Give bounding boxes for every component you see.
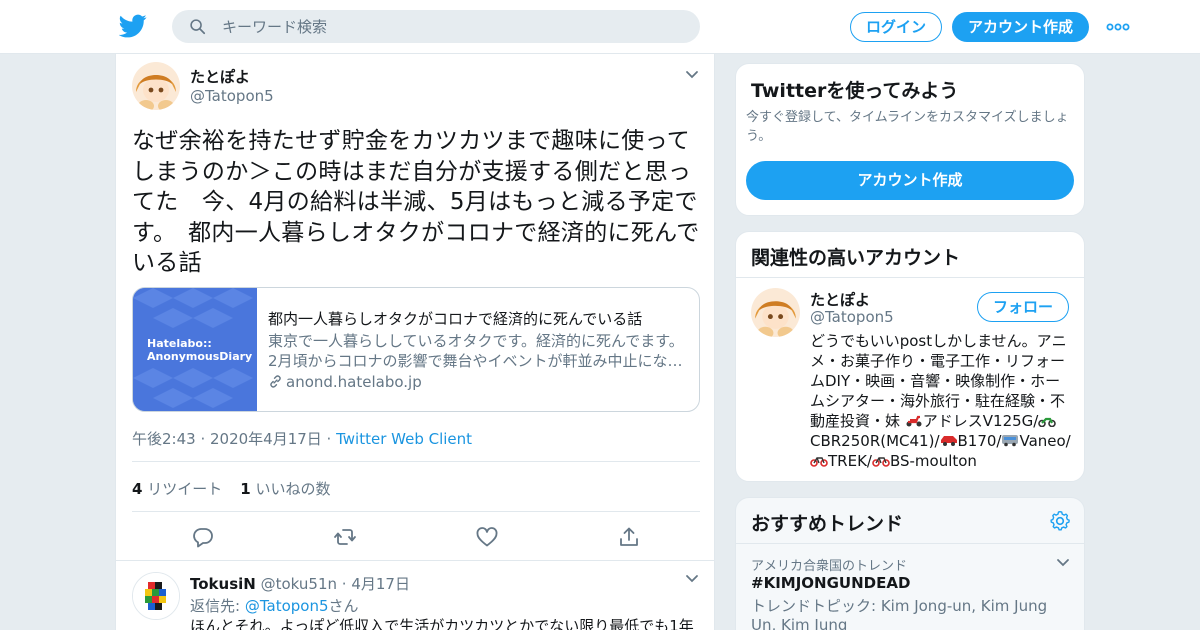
bio-text: アドレスV125G/ — [922, 412, 1039, 430]
search-icon — [190, 19, 206, 35]
reply-icon[interactable] — [191, 525, 215, 549]
chevron-down-icon[interactable] — [685, 70, 699, 80]
replying-to-suffix: さん — [328, 597, 359, 615]
bicycle-emoji-icon — [872, 457, 890, 467]
bio-text: CBR250R(MC41)/ — [810, 432, 940, 450]
related-account-handle[interactable]: @Tatopon5 — [810, 308, 894, 326]
related-account-name[interactable]: たとぽよ — [810, 289, 870, 310]
retweet-count[interactable]: 4 — [132, 480, 142, 498]
card-image: Hatelabo:: AnonymousDiary — [133, 288, 257, 411]
card-description-line: 2月頃からコロナの影響で舞台やイベントが軒並み中止にな… — [268, 352, 683, 370]
trends-title: おすすめトレンド — [751, 513, 904, 535]
replying-to: 返信先: @Tatopon5さん — [190, 595, 359, 616]
bio-text: BS-moulton — [889, 452, 977, 470]
avatar[interactable] — [132, 62, 180, 110]
retweet-label[interactable]: リツイート — [147, 480, 222, 498]
bio-text: TREK/ — [828, 452, 872, 470]
minibus-emoji-icon — [1002, 435, 1019, 447]
like-label[interactable]: いいねの数 — [255, 480, 330, 498]
chevron-down-icon[interactable] — [1056, 558, 1070, 568]
card-image-text: Hatelabo:: — [147, 337, 212, 350]
tweet-source-link[interactable]: Twitter Web Client — [336, 430, 472, 448]
signup-button[interactable]: アカウント作成 — [952, 12, 1089, 42]
card-domain[interactable]: anond.hatelabo.jp — [268, 373, 422, 391]
avatar[interactable] — [751, 288, 800, 337]
car-emoji-icon — [940, 436, 957, 446]
card-description-line: 東京で一人暮らししているオタクです。経済的に死んでます。 — [268, 332, 684, 350]
link-icon — [270, 375, 281, 388]
retweet-icon[interactable] — [333, 525, 357, 549]
card-domain-text: anond.hatelabo.jp — [286, 373, 422, 391]
like-count[interactable]: 1 — [240, 480, 250, 498]
bicycle-emoji-icon — [810, 457, 828, 467]
tweet-metadata: 午後2:43 · 2020年4月17日 · Twitter Web Client — [132, 428, 472, 449]
trend-topics: トレンドトピック: Kim Jong-un, Kim Jung Un, Kim … — [751, 597, 1048, 630]
settings-icon[interactable] — [1049, 510, 1071, 532]
divider — [736, 277, 1084, 278]
signup-module-subtitle: 今すぐ登録して、タイムラインをカスタマイズしましょう。 — [746, 110, 1069, 144]
link-card[interactable]: Hatelabo:: AnonymousDiary 都内一人暮らしオタクがコロナ… — [132, 287, 700, 412]
divider — [736, 543, 1084, 544]
bio-text: Vaneo/ — [1019, 432, 1071, 450]
tweet-column: たとぽよ @Tatopon5 なぜ余裕を持たせず貯金をカツカツまで趣味に使ってし… — [115, 54, 715, 630]
tweet-timestamp[interactable]: 午後2:43 · 2020年4月17日 · — [132, 430, 336, 448]
like-icon[interactable] — [475, 525, 499, 549]
search-input[interactable] — [222, 10, 682, 43]
trend-category: アメリカ合衆国のトレンド — [751, 559, 908, 574]
twitter-bird-icon[interactable] — [119, 12, 147, 40]
related-accounts-module: 関連性の高いアカウント たとぽよ @Tatopon5 フォロー どうでもいいpo… — [735, 231, 1085, 482]
related-account-bio: どうでもいいpostしかしません。アニメ・お菓子作り・電子工作・リフォームDIY… — [810, 331, 1072, 471]
divider — [116, 560, 714, 561]
related-accounts-title: 関連性の高いアカウント — [751, 247, 961, 269]
scooter-emoji-icon — [906, 415, 922, 427]
more-icon[interactable] — [1106, 18, 1130, 36]
replying-to-handle[interactable]: @Tatopon5 — [245, 597, 329, 615]
card-description: 東京で一人暮らししているオタクです。経済的に死んでます。 2月頃からコロナの影響… — [268, 331, 688, 371]
motorcycle-emoji-icon — [1038, 417, 1057, 427]
replying-to-prefix: 返信先: — [190, 597, 245, 615]
tweet-text: なぜ余裕を持たせず貯金をカツカツまで趣味に使ってしまうのか＞この時はまだ自分が支… — [132, 128, 700, 276]
avatar[interactable] — [132, 572, 180, 620]
reply-header: TokusiN @toku51n · 4月17日 — [190, 573, 410, 594]
signup-module-title: Twitterを使ってみよう — [751, 80, 959, 102]
chevron-down-icon[interactable] — [685, 574, 699, 584]
bio-text: B170/ — [957, 432, 1002, 450]
reply-author-name[interactable]: TokusiN — [190, 575, 256, 593]
reply-text: ほんとそれ。よっぽど低収入で生活がカツカツとかでない限り最低でも1年 — [190, 617, 694, 630]
card-image-text: AnonymousDiary — [147, 350, 253, 363]
share-icon[interactable] — [617, 525, 641, 549]
signup-module-button[interactable]: アカウント作成 — [746, 161, 1074, 200]
trends-module: おすすめトレンド アメリカ合衆国のトレンド #KIMJONGUNDEAD トレン… — [735, 497, 1085, 630]
divider — [132, 511, 700, 512]
divider — [132, 461, 700, 462]
login-button[interactable]: ログイン — [850, 12, 942, 42]
reply-author-handle[interactable]: @toku51n — [261, 575, 337, 593]
tweet-stats: 4 リツイート 1 いいねの数 — [132, 478, 330, 499]
tweet-author-name[interactable]: たとぽよ — [190, 66, 250, 87]
signup-module: Twitterを使ってみよう 今すぐ登録して、タイムラインをカスタマイズしましょ… — [735, 63, 1085, 216]
trend-name[interactable]: #KIMJONGUNDEAD — [751, 574, 910, 592]
reply-date[interactable]: · 4月17日 — [342, 575, 410, 593]
search-box[interactable] — [172, 10, 700, 43]
follow-button[interactable]: フォロー — [977, 292, 1069, 322]
top-navigation-bar: ログイン アカウント作成 — [0, 0, 1200, 54]
card-title[interactable]: 都内一人暮らしオタクがコロナで経済的に死んでいる話 — [268, 308, 642, 329]
tweet-author-handle[interactable]: @Tatopon5 — [190, 87, 274, 105]
